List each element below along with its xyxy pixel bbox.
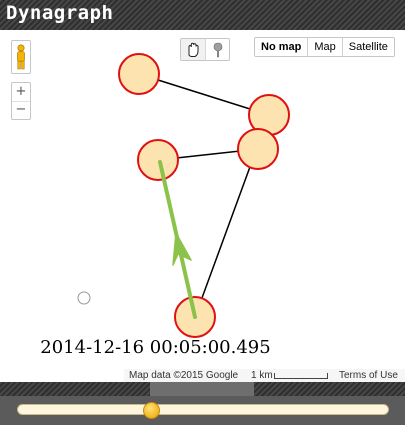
pegman-button[interactable] (11, 40, 31, 74)
marker-tool-button[interactable] (206, 39, 230, 60)
zoom-out-button[interactable]: − (12, 101, 30, 119)
graph-node[interactable] (137, 139, 179, 181)
pan-tool-button[interactable] (181, 39, 206, 60)
timeline-bar (0, 382, 405, 425)
graph-node[interactable] (118, 53, 160, 95)
scale-bar (274, 373, 328, 379)
map-canvas[interactable]: + − No map Map Satellite 2014-12-16 00:0… (0, 30, 405, 382)
map-type-satellite[interactable]: Satellite (341, 38, 394, 56)
title-bar: Dynagraph (0, 0, 405, 30)
map-type-map[interactable]: Map (307, 38, 341, 56)
slider-panel (0, 396, 405, 425)
map-attribution: Map data ©2015 Google (129, 370, 239, 381)
hand-icon (188, 42, 199, 57)
time-slider-thumb[interactable] (143, 402, 161, 419)
app-title: Dynagraph (6, 2, 114, 24)
zoom-control: + − (11, 82, 31, 120)
map-type-no-map[interactable]: No map (255, 38, 307, 56)
map-footer: Map data ©2015 Google 1 km Terms of Use (124, 369, 405, 382)
time-slider-track[interactable] (17, 402, 389, 419)
zoom-in-button[interactable]: + (12, 83, 30, 102)
terms-link[interactable]: Terms of Use (339, 369, 398, 382)
drawing-tools (180, 38, 230, 61)
cursor-ring (77, 291, 91, 305)
timestamp-label: 2014-12-16 00:05:00.495 (40, 337, 271, 358)
graph-layer (77, 53, 290, 338)
graph-node[interactable] (237, 128, 279, 170)
marker-icon (213, 42, 223, 58)
pegman-icon (17, 44, 25, 70)
map-type-control: No map Map Satellite (254, 37, 395, 57)
scale-label: 1 km (251, 370, 273, 381)
scroll-grip[interactable] (150, 382, 254, 396)
